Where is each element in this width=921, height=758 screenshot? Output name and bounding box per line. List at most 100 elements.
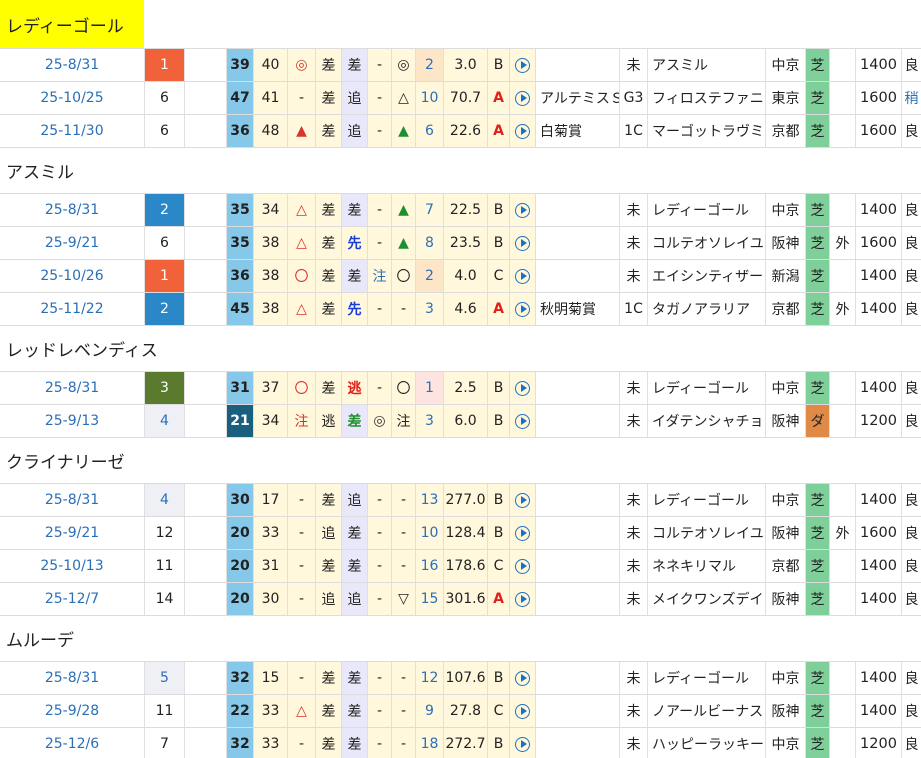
race-row: 25-9/21 12 20 33- 追差 - -10 128.4 B 未コルテオソレイユ 阪神芝外 1… [0,517,921,550]
race-date-link[interactable]: 25-11/30 [0,115,144,147]
race-date-link[interactable]: 25-8/31 [0,49,144,81]
winner-name[interactable]: コルテオソレイユ [647,227,765,259]
course-side [829,82,855,114]
surface-badge: 芝 [805,550,829,582]
winner-name[interactable]: ネネキリマル [647,550,765,582]
race-date-link[interactable]: 25-8/31 [0,484,144,516]
mark-5: ▽ [391,583,415,615]
winner-name[interactable]: ハッピーラッキー [647,728,765,758]
race-date-link[interactable]: 25-9/21 [0,227,144,259]
winner-name[interactable]: マーゴットラヴミー [647,115,765,147]
mark-1: - [287,550,315,582]
play-icon[interactable] [515,492,530,508]
play-icon[interactable] [515,123,530,139]
winner-name[interactable]: ノアールビーナス [647,695,765,727]
winner-name[interactable]: コルテオソレイユ [647,517,765,549]
play-icon[interactable] [515,301,530,317]
play-icon[interactable] [515,380,530,396]
race-date-link[interactable]: 25-8/31 [0,194,144,226]
race-class: 未 [619,695,647,727]
surface-badge: 芝 [805,293,829,325]
venue: 中京 [765,484,805,516]
distance: 1400 [855,484,901,516]
race-row: 25-9/13 4 21 34 注逃差 ◎ 注 3 6.0 B 未イダテンシャチョウ 阪神ダ 1200 良 [0,405,921,438]
race-date-link[interactable]: 25-9/13 [0,405,144,437]
horse-name[interactable]: クライナリーゼ [0,438,125,483]
rating-value: 38 [253,260,287,292]
play-icon[interactable] [515,202,530,218]
track-condition: 良 [901,227,921,259]
course-side [829,728,855,758]
winner-name[interactable]: イダテンシャチョウ [647,405,765,437]
play-icon[interactable] [515,268,530,284]
popularity-rank: 3 [415,405,443,437]
race-date-link[interactable]: 25-8/31 [0,662,144,694]
race-date-link[interactable]: 25-12/6 [0,728,144,758]
winner-name[interactable]: レディーゴール [647,372,765,404]
play-icon[interactable] [515,670,530,686]
distance: 1200 [855,728,901,758]
finish-rank: 1 [144,49,184,81]
horse-name[interactable]: レディーゴール [0,0,144,48]
popularity-rank: 12 [415,662,443,694]
spacer-cell [184,484,226,516]
horse-name[interactable]: アスミル [0,148,74,193]
grade-letter: A [487,115,509,147]
course-side: 外 [829,293,855,325]
play-video-cell [509,372,535,404]
race-date-link[interactable]: 25-10/13 [0,550,144,582]
race-row: 25-8/31 1 39 40 ◎ 差差 - ◎ 2 3.0 B 未アスミル 中京芝 1400 良 [0,49,921,82]
winner-name[interactable]: レディーゴール [647,662,765,694]
winner-name[interactable]: レディーゴール [647,194,765,226]
horse-name[interactable]: ムルーデ [0,616,74,661]
running-style: 先 [341,227,367,259]
surface-badge: 芝 [805,728,829,758]
play-icon[interactable] [515,591,530,607]
horse-name[interactable]: レッドレベンディス [0,326,158,371]
winner-name[interactable]: タガノアラリア [647,293,765,325]
race-date-link[interactable]: 25-11/22 [0,293,144,325]
race-date-link[interactable]: 25-10/25 [0,82,144,114]
finish-rank: 12 [144,517,184,549]
race-date-link[interactable]: 25-10/26 [0,260,144,292]
mark-4: - [367,662,391,694]
rating-value: 38 [253,293,287,325]
venue: 中京 [765,372,805,404]
grade-letter: B [487,517,509,549]
play-icon[interactable] [515,525,530,541]
winner-name[interactable]: レディーゴール [647,484,765,516]
surface-badge: ダ [805,405,829,437]
winner-name[interactable]: エイシンティザー [647,260,765,292]
play-icon[interactable] [515,235,530,251]
surface-badge: 芝 [805,82,829,114]
race-date-link[interactable]: 25-9/21 [0,517,144,549]
race-date-link[interactable]: 25-9/28 [0,695,144,727]
play-icon[interactable] [515,703,530,719]
race-date-link[interactable]: 25-8/31 [0,372,144,404]
mark-1: 〇 [287,260,315,292]
race-date-link[interactable]: 25-12/7 [0,583,144,615]
speed-index: 21 [226,405,253,437]
track-condition: 稍 [901,82,921,114]
winner-name[interactable]: フィロステファニ [647,82,765,114]
surface-badge: 芝 [805,695,829,727]
winner-name[interactable]: メイクワンズデイ [647,583,765,615]
play-icon[interactable] [515,413,530,429]
play-icon[interactable] [515,57,530,73]
odds-value: 3.0 [443,49,487,81]
race-name [535,49,619,81]
venue: 中京 [765,728,805,758]
race-class: 1C [619,115,647,147]
play-icon[interactable] [515,90,530,106]
spacer-cell [184,550,226,582]
speed-index: 22 [226,695,253,727]
play-icon[interactable] [515,558,530,574]
play-icon[interactable] [515,736,530,752]
grade-letter: A [487,293,509,325]
running-style: 追 [341,82,367,114]
speed-index: 20 [226,550,253,582]
play-video-cell [509,49,535,81]
popularity-rank: 16 [415,550,443,582]
mark-5: - [391,662,415,694]
winner-name[interactable]: アスミル [647,49,765,81]
